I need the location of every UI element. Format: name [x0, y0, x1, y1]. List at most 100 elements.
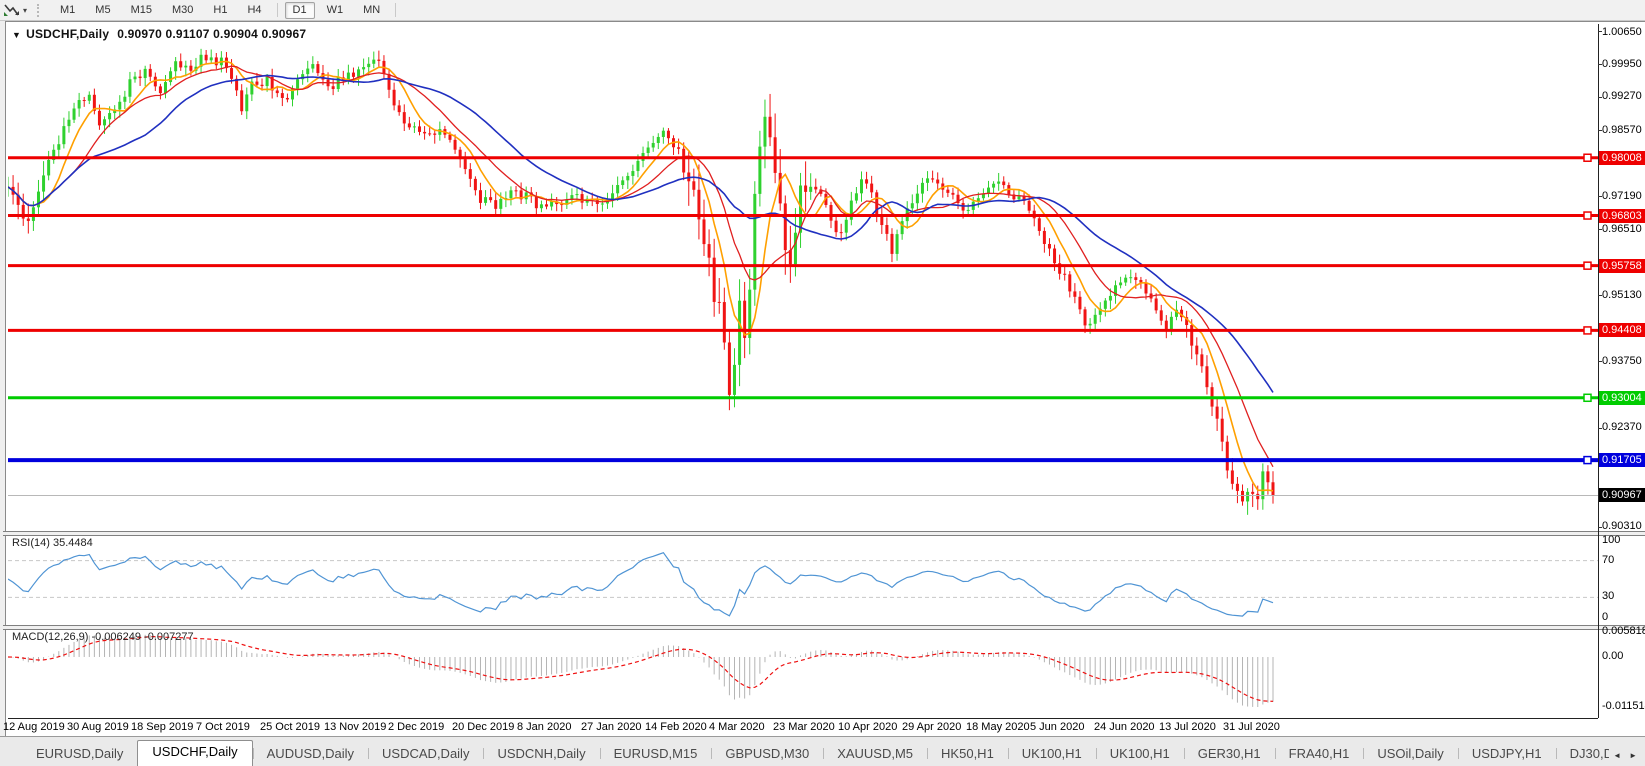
ma-fast-line — [8, 61, 1273, 490]
x-axis-date: 27 Jan 2020 — [581, 721, 642, 733]
rsi-panel[interactable] — [8, 534, 1598, 625]
timeframe-button-d1[interactable]: D1 — [285, 2, 315, 19]
timeframe-button-m1[interactable]: M1 — [52, 2, 83, 19]
chart-indicator-icon[interactable] — [3, 3, 21, 18]
level-price-label: 0.98008 — [1599, 151, 1645, 165]
level-price-label: 0.94408 — [1599, 323, 1645, 337]
y-axis-tick: 0.92370 — [1602, 421, 1642, 433]
chart-tab-fra40-h1[interactable]: FRA40,H1 — [1275, 743, 1364, 766]
candles[interactable] — [8, 49, 1275, 515]
y-axis-tick: 0.95130 — [1602, 289, 1642, 301]
timeframe-toolbar: M1M5 M15M30H1H4 D1W1MN — [50, 2, 390, 19]
tab-scroll-controls: ◄ ► — [1609, 751, 1645, 766]
y-axis-tick: 0.97190 — [1602, 190, 1642, 202]
x-axis-date: 13 Jul 2020 — [1159, 721, 1216, 733]
rsi-axis-tick: 70 — [1602, 554, 1614, 566]
tab-scroll-left-icon[interactable]: ◄ — [1613, 751, 1621, 760]
level-handle-0.98008[interactable] — [1584, 154, 1591, 161]
x-axis-date: 23 Mar 2020 — [773, 721, 835, 733]
macd-axis-tick: -0.011514 — [1602, 700, 1645, 712]
level-price-label: 0.96803 — [1599, 209, 1645, 223]
x-axis-date: 7 Oct 2019 — [196, 721, 250, 733]
chart-tab-usdchf-daily[interactable]: USDCHF,Daily — [137, 740, 252, 766]
y-axis-tick: 0.99950 — [1602, 58, 1642, 70]
chart-tab-audusd-daily[interactable]: AUDUSD,Daily — [253, 743, 368, 766]
rsi-axis-tick: 30 — [1602, 590, 1614, 602]
timeframe-button-m5[interactable]: M5 — [87, 2, 118, 19]
toolbar-separator — [277, 3, 278, 17]
chart-tab-ger30-h1[interactable]: GER30,H1 — [1184, 743, 1275, 766]
rsi-axis-tick: 100 — [1602, 534, 1620, 546]
chart-tab-usdcnh-daily[interactable]: USDCNH,Daily — [483, 743, 599, 766]
chart-tab-uk100-h1[interactable]: UK100,H1 — [1096, 743, 1184, 766]
y-axis-tick: 0.96510 — [1602, 223, 1642, 235]
panel-splitter-macd[interactable] — [3, 625, 1645, 630]
timeframe-button-h4[interactable]: H4 — [239, 2, 269, 19]
chart-collapse-icon[interactable]: ▼ — [12, 30, 21, 40]
chart-tabs: EURUSD,DailyUSDCHF,DailyAUDUSD,DailyUSDC… — [0, 740, 1609, 766]
macd-panel[interactable] — [8, 628, 1598, 718]
y-axis-tick: 0.99270 — [1602, 90, 1642, 102]
level-handle-0.95758[interactable] — [1584, 262, 1591, 269]
x-axis-date: 30 Aug 2019 — [67, 721, 129, 733]
level-price-label: 0.91705 — [1599, 453, 1645, 467]
x-axis-date: 18 Sep 2019 — [131, 721, 193, 733]
chart-tab-eurusd-daily[interactable]: EURUSD,Daily — [22, 743, 137, 766]
timeframe-button-m30[interactable]: M30 — [164, 2, 201, 19]
x-axis-date: 29 Apr 2020 — [902, 721, 961, 733]
level-handle-0.93004[interactable] — [1584, 394, 1591, 401]
y-axis-tick: 0.90310 — [1602, 520, 1642, 532]
chart-ohlc-values: 0.90970 0.91107 0.90904 0.90967 — [117, 27, 306, 41]
macd-signal-line — [8, 637, 1273, 702]
macd-axis-tick: 0.00 — [1602, 650, 1623, 662]
chart-tab-hk50-h1[interactable]: HK50,H1 — [927, 743, 1008, 766]
x-axis-date: 10 Apr 2020 — [838, 721, 897, 733]
macd-label: MACD(12,26,9) -0.006249 -0.007277 — [12, 631, 194, 643]
y-axis-tick: 0.93750 — [1602, 355, 1642, 367]
chart-tab-uk100-h1[interactable]: UK100,H1 — [1008, 743, 1096, 766]
chart-tab-dj30-daily[interactable]: DJ30,Daily — [1556, 743, 1610, 766]
toolbar-grip — [37, 4, 42, 17]
chart-symbol-title: USDCHF,Daily — [26, 27, 109, 41]
x-axis-date: 24 Jun 2020 — [1094, 721, 1155, 733]
x-axis-date: 31 Jul 2020 — [1223, 721, 1280, 733]
level-handle-0.96803[interactable] — [1584, 212, 1591, 219]
x-axis-date: 4 Mar 2020 — [709, 721, 765, 733]
chart-tab-usoil-daily[interactable]: USOil,Daily — [1363, 743, 1457, 766]
timeframe-button-mn[interactable]: MN — [355, 2, 388, 19]
y-axis-tick: 1.00650 — [1602, 26, 1642, 38]
chart-title: ▼ USDCHF,Daily 0.90970 0.91107 0.90904 0.9… — [12, 27, 306, 41]
macd-histogram — [8, 635, 1273, 707]
timeframe-button-m15[interactable]: M15 — [123, 2, 160, 19]
tab-scroll-right-icon[interactable]: ► — [1629, 751, 1637, 760]
time-axis-line — [8, 718, 1598, 719]
chart-tools-cluster[interactable]: ▾ — [0, 3, 31, 18]
price-chart-panel[interactable] — [8, 25, 1598, 531]
chart-tab-usdcad-daily[interactable]: USDCAD,Daily — [368, 743, 483, 766]
rsi-axis-tick: 0 — [1602, 611, 1608, 623]
y-axis-tick: 0.98570 — [1602, 124, 1642, 136]
rsi-line — [8, 553, 1273, 616]
chart-tools-dropdown-caret[interactable]: ▾ — [23, 6, 27, 15]
chart-tab-eurusd-m15[interactable]: EURUSD,M15 — [600, 743, 712, 766]
price-axis-line — [1598, 24, 1599, 718]
timeframe-button-h1[interactable]: H1 — [205, 2, 235, 19]
chart-tab-usdjpy-h1[interactable]: USDJPY,H1 — [1458, 743, 1556, 766]
chart-tab-xauusd-m5[interactable]: XAUUSD,M5 — [823, 743, 927, 766]
level-price-label: 0.93004 — [1599, 391, 1645, 405]
chart-tab-bar: EURUSD,DailyUSDCHF,DailyAUDUSD,DailyUSDC… — [0, 736, 1645, 766]
x-axis-date: 2 Dec 2019 — [388, 721, 444, 733]
level-handle-0.94408[interactable] — [1584, 327, 1591, 334]
top-toolbar: ▾ M1M5 M15M30H1H4 D1W1MN — [0, 0, 1645, 21]
x-axis-date: 5 Jun 2020 — [1030, 721, 1084, 733]
timeframe-button-w1[interactable]: W1 — [319, 2, 352, 19]
x-axis-date: 13 Nov 2019 — [324, 721, 386, 733]
current-price-label: 0.90967 — [1599, 488, 1645, 502]
panel-splitter-rsi[interactable] — [3, 531, 1645, 536]
level-handle-0.91705[interactable] — [1584, 457, 1591, 464]
toolbar-separator — [395, 3, 396, 17]
x-axis-date: 18 May 2020 — [966, 721, 1030, 733]
x-axis-date: 14 Feb 2020 — [645, 721, 707, 733]
x-axis-date: 25 Oct 2019 — [260, 721, 320, 733]
chart-tab-gbpusd-m30[interactable]: GBPUSD,M30 — [711, 743, 823, 766]
